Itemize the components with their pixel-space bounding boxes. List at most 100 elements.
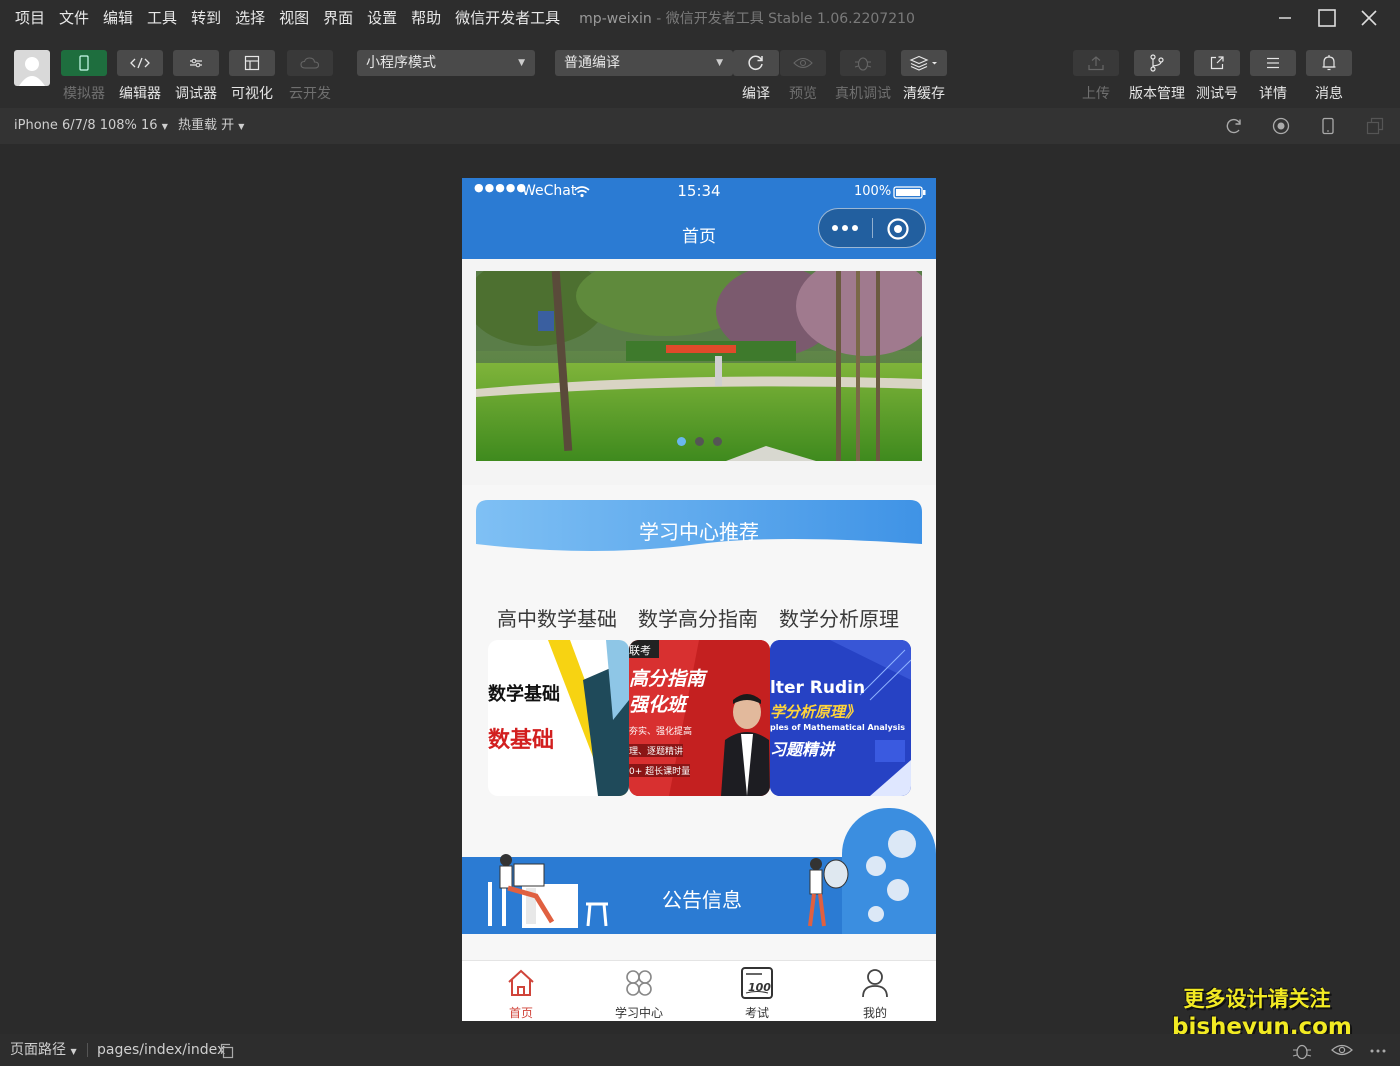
compile-label: 编译 (742, 86, 770, 102)
upload-icon (1088, 56, 1104, 71)
layout-icon (244, 55, 260, 71)
close-window-button[interactable] (1348, 0, 1390, 36)
menu-project[interactable]: 项目 (0, 0, 52, 36)
menu-select[interactable]: 选择 (228, 0, 272, 36)
device-select[interactable]: iPhone 6/7/8 108% 16 ▼ (14, 108, 168, 145)
user-icon (862, 969, 888, 998)
details-label: 详情 (1259, 86, 1287, 102)
copy-icon[interactable] (220, 1043, 234, 1059)
compile-button[interactable] (733, 50, 779, 76)
cover-text: 联考 (629, 644, 651, 657)
indicator-dot[interactable] (712, 437, 722, 446)
avatar[interactable] (14, 50, 50, 86)
menu-edit[interactable]: 编辑 (96, 0, 140, 36)
battery-percent: 100% (854, 184, 892, 199)
window-title: mp-weixin - 微信开发者工具 Stable 1.06.2207210 (579, 8, 915, 28)
mode-select[interactable]: 小程序模式 ▼ (357, 50, 535, 76)
tab-exam[interactable]: 100 考试 (698, 961, 816, 1021)
debugger-button[interactable] (173, 50, 219, 76)
nav-bar: 首页 (462, 206, 936, 259)
minimize-button[interactable] (1264, 0, 1306, 36)
refresh-icon (748, 55, 763, 70)
minimize-icon (1279, 17, 1291, 19)
menu-devtools[interactable]: 微信开发者工具 (448, 0, 567, 36)
course-cover[interactable]: 数学基础 数基础 (488, 640, 629, 796)
tab-home[interactable]: 首页 (462, 961, 580, 1021)
eye-icon (793, 57, 813, 69)
capsule-button (818, 208, 926, 248)
grid-icon (626, 970, 652, 996)
indicator-dot[interactable] (676, 437, 686, 446)
phone-icon[interactable] (1319, 117, 1337, 135)
cloud-icon (300, 57, 320, 69)
menu-goto[interactable]: 转到 (184, 0, 228, 36)
capsule-divider (872, 218, 873, 238)
tab-study-center[interactable]: 学习中心 (580, 961, 698, 1021)
section-header: 学习中心推荐 (476, 498, 922, 562)
course-title[interactable]: 数学分析原理 (779, 603, 899, 632)
upload-button[interactable] (1073, 50, 1119, 76)
detach-window-icon[interactable] (1366, 117, 1384, 135)
cover-text: 夯实、强化提高 (629, 727, 693, 737)
course-cover[interactable]: lter Rudin 学分析原理》 ples of Mathematical A… (770, 640, 911, 796)
editor-button[interactable] (117, 50, 163, 76)
visual-button[interactable] (229, 50, 275, 76)
bug-icon[interactable] (1292, 1041, 1312, 1061)
device-value: iPhone 6/7/8 108% 16 (14, 118, 158, 133)
phone-icon (79, 55, 89, 71)
page-path-select[interactable]: 页面路径 ▼ (10, 1034, 77, 1066)
menu-view[interactable]: 视图 (272, 0, 316, 36)
record-icon[interactable] (1272, 117, 1290, 135)
preview-button[interactable] (780, 50, 826, 76)
page-path-value: pages/index/index (97, 1042, 226, 1058)
more-icon[interactable] (831, 221, 861, 235)
course-title[interactable]: 数学高分指南 (638, 603, 758, 632)
course-cover-image (488, 640, 629, 796)
messages-button[interactable] (1306, 50, 1352, 76)
cloud-button[interactable] (287, 50, 333, 76)
test-account-button[interactable] (1194, 50, 1240, 76)
more-icon[interactable] (1370, 1048, 1386, 1054)
preview-label: 预览 (789, 86, 817, 102)
app-version: 微信开发者工具 Stable 1.06.2207210 (665, 11, 915, 27)
simulator-button[interactable] (61, 50, 107, 76)
section-title: 学习中心推荐 (639, 520, 759, 544)
maximize-button[interactable] (1306, 0, 1348, 36)
home-icon (508, 969, 534, 996)
tab-label: 首页 (508, 1006, 533, 1020)
menu-help[interactable]: 帮助 (404, 0, 448, 36)
status-bar-bottom: 页面路径 ▼ pages/index/index (0, 1034, 1400, 1066)
toolbar: 模拟器 编辑器 调试器 可视化 云开发 小程序模式 ▼ 普通编译 ▼ 编译 预览… (0, 36, 1400, 108)
close-miniprogram-icon[interactable] (886, 217, 910, 241)
page-path-label: 页面路径 (10, 1042, 66, 1058)
details-button[interactable] (1250, 50, 1296, 76)
course-title[interactable]: 高中数学基础 (497, 603, 617, 632)
course-cover[interactable]: 联考 高分指南 强化班 夯实、强化提高 理、逐题精讲 0+ 超长课时量 (629, 640, 770, 796)
notice-banner[interactable] (462, 804, 936, 934)
clear-cache-button[interactable] (901, 50, 947, 76)
compile-mode-value: 普通编译 (564, 55, 620, 71)
menu-file[interactable]: 文件 (52, 0, 96, 36)
tab-bar: 首页 学习中心 100 考试 我的 (462, 960, 936, 1021)
visual-label: 可视化 (231, 86, 273, 102)
remote-debug-button[interactable] (840, 50, 886, 76)
tab-mine[interactable]: 我的 (816, 961, 934, 1021)
rotate-icon[interactable] (1225, 117, 1243, 135)
eye-icon[interactable] (1331, 1043, 1353, 1057)
menu-interface[interactable]: 界面 (316, 0, 360, 36)
tab-label: 学习中心 (614, 1006, 663, 1020)
version-button[interactable] (1134, 50, 1180, 76)
messages-label: 消息 (1315, 86, 1343, 102)
chevron-down-icon: ▼ (716, 58, 723, 68)
chevron-down-icon: ▼ (518, 58, 525, 68)
indicator-dot[interactable] (694, 437, 704, 446)
hot-reload-select[interactable]: 热重载 开 ▼ (178, 108, 244, 145)
cover-text: 理、逐题精讲 (629, 744, 684, 757)
menu-tools[interactable]: 工具 (140, 0, 184, 36)
banner-image (476, 271, 922, 461)
test-account-label: 测试号 (1196, 86, 1238, 102)
banner-swiper[interactable] (476, 271, 922, 461)
menu-settings[interactable]: 设置 (360, 0, 404, 36)
cover-text: ples of Mathematical Analysis (770, 723, 905, 732)
compile-mode-select[interactable]: 普通编译 ▼ (555, 50, 733, 76)
